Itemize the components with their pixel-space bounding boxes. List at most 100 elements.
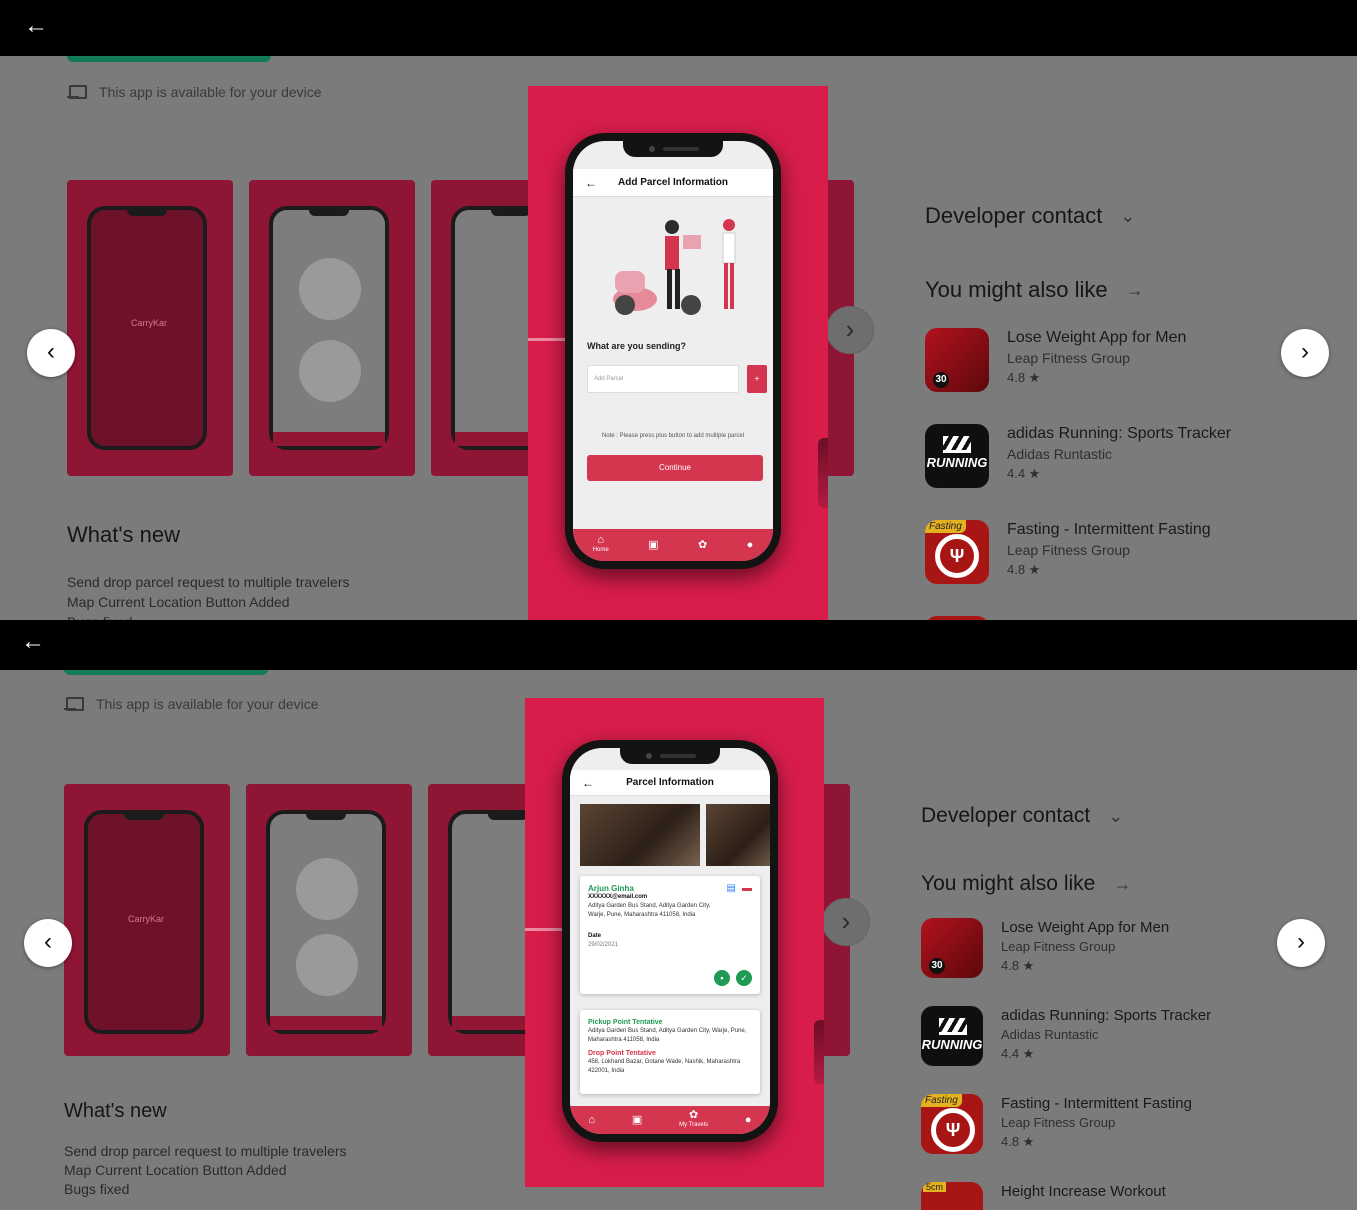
- phone-frame: ← Add Parcel Information What are you se…: [565, 133, 781, 569]
- thumbnail[interactable]: [246, 784, 412, 1056]
- date-value: 29/02/2021: [588, 942, 619, 948]
- mini-phone-frame: [266, 810, 386, 1034]
- whats-new-notes: Send drop parcel request to multiple tra…: [64, 1142, 346, 1199]
- user-icon[interactable]: ●: [747, 540, 754, 551]
- app-card[interactable]: RUNNING adidas Running: Sports Tracker A…: [925, 424, 1255, 520]
- similar-apps-header[interactable]: You might also like →: [925, 274, 1255, 306]
- lightbox-prev-button[interactable]: ‹: [24, 919, 72, 967]
- screen-header: ← Parcel Information: [570, 770, 770, 796]
- app-name: Lose Weight App for Men: [1007, 329, 1187, 346]
- home-icon[interactable]: ⌂: [588, 1115, 595, 1126]
- mini-bottom-nav: [273, 432, 385, 446]
- add-parcel-plus-button[interactable]: +: [747, 365, 767, 393]
- similar-apps-label: You might also like: [921, 872, 1096, 895]
- nav-home-label: Home: [592, 547, 609, 553]
- top-bar: ←: [0, 620, 1357, 670]
- bottom-nav: ⌂ Home ▣ ✿ ●: [573, 529, 773, 561]
- check-icon[interactable]: ✓: [736, 970, 752, 986]
- mini-phone-frame: [269, 206, 389, 450]
- screen-header: ← Add Parcel Information: [573, 169, 773, 197]
- drop-label: Drop Point Tentative: [588, 1050, 656, 1057]
- app-card[interactable]: Lose Weight App for Men Leap Fitness Gro…: [921, 918, 1251, 1006]
- nav-travels-label: My Travels: [679, 1122, 709, 1128]
- chevron-down-icon: ⌄: [1120, 205, 1136, 226]
- whats-new-title: What's new: [67, 522, 181, 547]
- screenshot-panel-top: ← This app is available for your device …: [0, 0, 1357, 620]
- next-screenshot-edge: [814, 1020, 824, 1084]
- parcel-icon[interactable]: ▣: [632, 1115, 642, 1126]
- availability-row: This app is available for your device: [67, 84, 322, 100]
- back-arrow-icon[interactable]: ←: [22, 12, 50, 40]
- bottom-nav: ⌂ ▣ ✿ My Travels ●: [570, 1106, 770, 1134]
- chat-icon[interactable]: ▪: [714, 970, 730, 986]
- thumbnail[interactable]: CarryKar: [64, 784, 230, 1056]
- developer-contact-header[interactable]: Developer contact ⌄: [921, 800, 1251, 832]
- side-column: Developer contact ⌄ You might also like …: [925, 200, 1255, 620]
- devices-icon: [64, 696, 84, 712]
- mini-phone-frame: CarryKar: [84, 810, 204, 1034]
- route-card: Pickup Point Tentative Aditya Garden Bus…: [580, 1010, 760, 1094]
- thumbnail[interactable]: CarryKar: [67, 180, 233, 476]
- lightbox-next-button[interactable]: ›: [1277, 919, 1325, 967]
- similar-apps-label: You might also like: [925, 277, 1108, 302]
- back-arrow-icon[interactable]: ←: [19, 628, 47, 656]
- screen-title: Add Parcel Information: [617, 177, 728, 188]
- parcel-icon[interactable]: ▣: [648, 540, 658, 551]
- document-icon[interactable]: ▤: [727, 884, 736, 894]
- edge-line: [528, 338, 568, 341]
- app-name: Lose Weight App for Men: [1001, 919, 1170, 936]
- app-icon-height: 5cm: [921, 1182, 983, 1210]
- user-icon[interactable]: ●: [745, 1115, 752, 1126]
- travel-icon[interactable]: ✿: [698, 540, 707, 551]
- date-label: Date: [588, 933, 602, 939]
- app-name: adidas Running: Sports Tracker: [1007, 425, 1232, 442]
- whats-new-line: Map Current Location Button Added: [67, 594, 290, 610]
- continue-button[interactable]: Continue: [587, 455, 763, 481]
- note-text: Note : Please press plus button to add m…: [601, 433, 745, 439]
- back-arrow-icon[interactable]: ←: [585, 169, 597, 197]
- screenshot-lightbox: ← Parcel Information ▤ ▬ Arjun Ginha XXX…: [525, 698, 824, 1187]
- whats-new-notes: Send drop parcel request to multiple tra…: [67, 572, 349, 620]
- whats-new-line: Send drop parcel request to multiple tra…: [67, 574, 350, 590]
- mini-notch: [491, 208, 531, 216]
- thumbnail[interactable]: [249, 180, 415, 476]
- pickup-address: Aditya Garden Bus Stand, Aditya Garden C…: [588, 1028, 747, 1043]
- thumb-logo: CarryKar: [128, 914, 165, 924]
- app-name: Height Increase Workout: [1001, 1183, 1166, 1200]
- developer-contact-header[interactable]: Developer contact ⌄: [925, 200, 1255, 232]
- nav-home[interactable]: ⌂ Home: [593, 535, 609, 555]
- app-card[interactable]: 5cm Height Increase Workout: [921, 1182, 1251, 1210]
- availability-row: This app is available for your device: [64, 696, 319, 712]
- carousel-next-button[interactable]: ›: [822, 898, 870, 946]
- add-parcel-input[interactable]: Add Parcel: [587, 365, 739, 393]
- option-circle: [296, 934, 358, 996]
- car-icon[interactable]: ▬: [742, 884, 752, 894]
- app-card[interactable]: Lose Weight App for Men Leap Fitness Gro…: [925, 328, 1255, 424]
- nav-my-travels[interactable]: ✿ My Travels: [679, 1110, 708, 1130]
- option-circle: [296, 858, 358, 920]
- lightbox-next-button[interactable]: ›: [1281, 329, 1329, 377]
- app-card[interactable]: RUNNING adidas Running: Sports Tracker A…: [921, 1006, 1251, 1094]
- app-card[interactable]: Fasting Ψ Fasting - Intermittent Fasting …: [921, 1094, 1251, 1182]
- sender-card: ▤ ▬ Arjun Ginha XXXXXX@email.com Aditya …: [580, 876, 760, 994]
- app-rating: 4.4 ★: [1001, 1046, 1035, 1061]
- carousel-next-button[interactable]: ›: [826, 306, 874, 354]
- drop-address: 458, Lokhand Bazar, Gotane Wade, Nashik,…: [588, 1059, 741, 1074]
- mini-notch: [306, 812, 346, 820]
- status-icons: ▪ ✓: [714, 970, 752, 986]
- back-arrow-icon[interactable]: ←: [582, 770, 594, 796]
- similar-apps-header[interactable]: You might also like →: [921, 868, 1251, 900]
- card-actions: ▤ ▬: [727, 884, 752, 894]
- whats-new-line: Bugs fixed: [64, 1181, 130, 1197]
- whats-new-line: Send drop parcel request to multiple tra…: [64, 1143, 347, 1159]
- option-circle: [299, 258, 361, 320]
- app-card[interactable]: Fasting Ψ Fasting - Intermittent Fasting …: [925, 520, 1255, 616]
- lightbox-prev-button[interactable]: ‹: [27, 329, 75, 377]
- mini-notch: [124, 812, 164, 820]
- app-rating: 4.8 ★: [1001, 1134, 1035, 1149]
- top-bar: ←: [0, 0, 1357, 56]
- arrow-right-icon: →: [1113, 873, 1132, 894]
- sender-email: XXXXXX@email.com: [588, 894, 648, 900]
- app-icon-fasting: Fasting Ψ: [921, 1094, 983, 1154]
- app-icon-lose-weight: [925, 328, 989, 392]
